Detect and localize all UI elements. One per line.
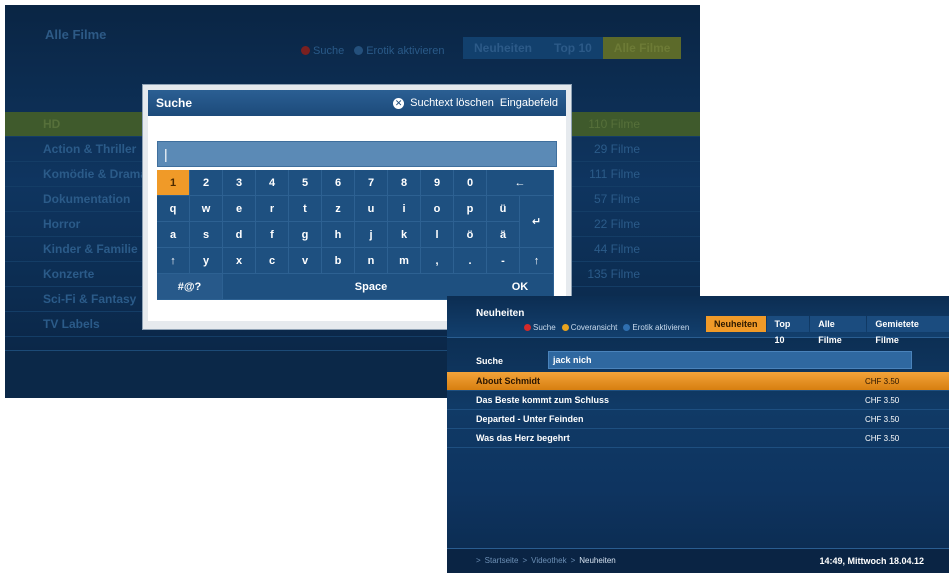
key-t[interactable]: t [289,196,322,222]
key-r[interactable]: r [256,196,289,222]
search-label: Suche [476,356,504,366]
footer-bar: > Startseite > Videothek > Neuheiten 14:… [447,548,949,573]
screen-new-releases: Neuheiten Suche Coveransicht Erotik akti… [447,296,949,573]
tab-top10[interactable]: Top 10 [543,37,603,59]
backspace-key[interactable]: ← [487,170,554,196]
clear-icon[interactable]: ✕ [393,97,405,109]
header-bar: Neuheiten Suche Coveransicht Erotik akti… [447,296,949,345]
key-d[interactable]: d [223,222,256,248]
tab-all-movies[interactable]: Alle Filme [810,316,867,345]
key-u[interactable]: u [355,196,388,222]
key-j[interactable]: j [355,222,388,248]
search-dialog: Suche ✕ Suchtext löschen Eingabefeld | 1… [142,84,572,330]
key-ü[interactable]: ü [487,196,520,222]
red-key-icon [301,46,310,55]
page-title: Alle Filme [45,27,107,42]
key-i[interactable]: i [388,196,421,222]
key-9[interactable]: 9 [421,170,454,196]
key-p[interactable]: p [454,196,487,222]
dialog-actions: ✕ Suchtext löschen Eingabefeld [393,97,558,109]
key-2[interactable]: 2 [190,170,223,196]
legend-erotic[interactable]: Erotik aktivieren [623,323,689,332]
key-q[interactable]: q [157,196,190,222]
color-key-legend: Suche Coveransicht Erotik aktivieren [524,323,689,332]
red-key-icon [524,324,531,331]
key-a[interactable]: a [157,222,190,248]
clock: 14:49, Mittwoch 18.04.12 [819,556,924,566]
key-f[interactable]: f [256,222,289,248]
input-field-label[interactable]: Eingabefeld [500,97,558,109]
clear-search-button[interactable]: Suchtext löschen [410,97,494,109]
chevron-right-icon: > [570,556,576,565]
key-3[interactable]: 3 [223,170,256,196]
tab-rented-movies[interactable]: Gemietete Filme [867,316,949,345]
tab-bar: Neuheiten Top 10 Alle Filme Gemietete Fi… [705,316,949,345]
dialog-body: | 1 2 3 4 5 6 7 8 9 0 ← q w e r t z u i o p ü a s d f g h j k l ö ä ↵ ↑ y x c… [148,116,566,321]
tab-new[interactable]: Neuheiten [706,316,766,332]
key-0[interactable]: 0 [454,170,487,196]
key-z[interactable]: z [322,196,355,222]
key-5[interactable]: 5 [289,170,322,196]
chevron-right-icon: > [476,556,481,565]
key-y[interactable]: y [190,248,223,274]
arrow-up-key[interactable]: ↑ [520,248,554,274]
legend-cover-view[interactable]: Coveransicht [561,323,617,332]
key-v[interactable]: v [289,248,322,274]
key-,[interactable]: , [421,248,454,274]
key-l[interactable]: l [421,222,454,248]
legend-erotic[interactable]: Erotik aktivieren [354,45,444,57]
onscreen-keyboard: 1 2 3 4 5 6 7 8 9 0 ← q w e r t z u i o p ü a s d f g h j k l ö ä ↵ ↑ y x c v b… [157,170,554,300]
key-e[interactable]: e [223,196,256,222]
shift-key[interactable]: ↑ [157,248,190,274]
key-m[interactable]: m [388,248,421,274]
blue-key-icon [354,46,364,55]
result-row[interactable]: Das Beste kommt zum Schluss CHF 3.50 [447,391,949,410]
key-ä[interactable]: ä [487,222,520,248]
tab-bar: Neuheiten Top 10 Alle Filme [463,37,682,59]
enter-key[interactable]: ↵ [520,196,554,248]
result-row[interactable]: Was das Herz begehrt CHF 3.50 [447,429,949,448]
tab-new[interactable]: Neuheiten [463,37,544,59]
key-1[interactable]: 1 [157,170,190,196]
key-ö[interactable]: ö [454,222,487,248]
key-w[interactable]: w [190,196,223,222]
symbols-key[interactable]: #@? [157,274,223,300]
tab-all-movies[interactable]: Alle Filme [602,37,682,59]
breadcrumb-current: Neuheiten [579,556,616,565]
key-s[interactable]: s [190,222,223,248]
dialog-header: Suche ✕ Suchtext löschen Eingabefeld [148,90,566,116]
legend-search[interactable]: Suche [524,323,556,332]
results-list: About Schmidt CHF 3.50 Das Beste kommt zu… [447,372,949,448]
stage: Alle Filme Suche Erotik aktivieren Neuhe… [0,0,949,573]
result-row[interactable]: Departed - Unter Feinden CHF 3.50 [447,410,949,429]
blue-key-icon [623,324,631,331]
key-4[interactable]: 4 [256,170,289,196]
key-h[interactable]: h [322,222,355,248]
chevron-right-icon: > [522,556,528,565]
key-g[interactable]: g [289,222,322,248]
dialog-title: Suche [156,96,193,110]
key-c[interactable]: c [256,248,289,274]
search-input[interactable]: | [157,141,557,167]
key-n[interactable]: n [355,248,388,274]
legend-search[interactable]: Suche [301,45,344,57]
page-title: Neuheiten [476,308,525,319]
key-o[interactable]: o [421,196,454,222]
breadcrumb-videothek[interactable]: Videothek [531,556,566,565]
breadcrumb: > Startseite > Videothek > Neuheiten [476,556,616,565]
yellow-key-icon [561,324,569,331]
breadcrumb-home[interactable]: Startseite [485,556,519,565]
key-.[interactable]: . [454,248,487,274]
result-row[interactable]: About Schmidt CHF 3.50 [447,372,949,391]
key-8[interactable]: 8 [388,170,421,196]
color-key-legend: Suche Erotik aktivieren [301,45,444,57]
key-6[interactable]: 6 [322,170,355,196]
key-b[interactable]: b [322,248,355,274]
key-k[interactable]: k [388,222,421,248]
search-input[interactable]: jack nich [548,351,912,369]
key-7[interactable]: 7 [355,170,388,196]
key-x[interactable]: x [223,248,256,274]
key--[interactable]: - [487,248,520,274]
tab-top10[interactable]: Top 10 [766,316,810,345]
